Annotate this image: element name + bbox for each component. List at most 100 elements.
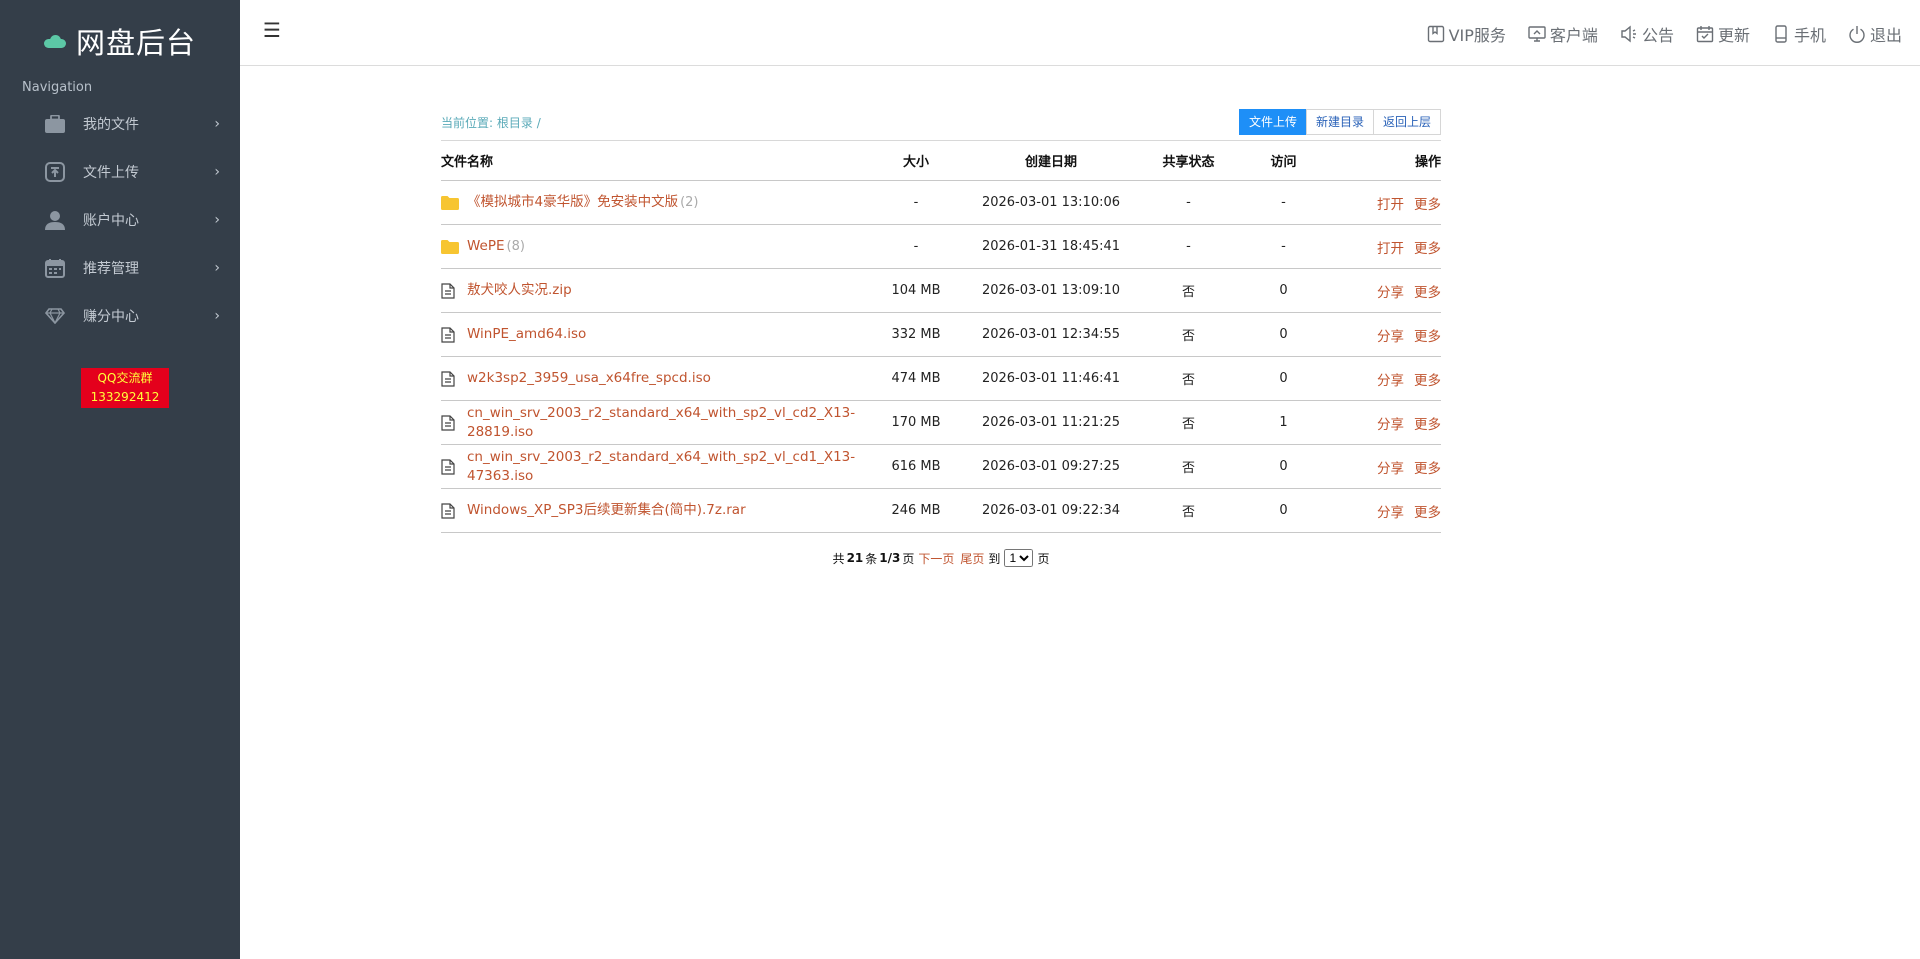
file-name-link[interactable]: w2k3sp2_3959_usa_x64fre_spcd.iso (467, 370, 711, 386)
file-icon (441, 414, 463, 431)
top-menu-client[interactable]: 客户端 (1528, 22, 1598, 46)
file-name-link[interactable]: WePE (467, 238, 505, 254)
open-link[interactable]: 打开 (1377, 197, 1404, 213)
table-row[interactable]: cn_win_srv_2003_r2_standard_x64_with_sp2… (441, 400, 1441, 445)
menu-toggle-icon[interactable]: ☰ (263, 18, 281, 42)
cell-ops: 分享 更多 (1321, 356, 1441, 401)
cell-visits: - (1246, 180, 1321, 225)
table-row[interactable]: WinPE_amd64.iso 332 MB 2026-03-01 12:34:55… (441, 312, 1441, 357)
sidebar-item-referral[interactable]: 推荐管理 › (0, 244, 240, 292)
cell-name: w2k3sp2_3959_usa_x64fre_spcd.iso (441, 356, 861, 401)
table-row[interactable]: Windows_XP_SP3后续更新集合(简中).7z.rar 246 MB 202… (441, 488, 1441, 533)
pager-page-suffix: 页 (902, 551, 915, 566)
breadcrumb-root-link[interactable]: 根目录 (497, 116, 533, 130)
more-link[interactable]: 更多 (1414, 461, 1441, 477)
sidebar: 网盘后台 Navigation 我的文件 › 文件上传 › 账户中心 › 推荐管… (0, 0, 240, 959)
more-link[interactable]: 更多 (1414, 241, 1441, 257)
more-link[interactable]: 更多 (1414, 505, 1441, 521)
cell-name: Windows_XP_SP3后续更新集合(简中).7z.rar (441, 488, 861, 533)
cell-visits: 0 (1246, 312, 1321, 357)
sidebar-item-account[interactable]: 账户中心 › (0, 196, 240, 244)
cell-size: 104 MB (861, 268, 971, 313)
open-link[interactable]: 打开 (1377, 241, 1404, 257)
user-icon (45, 210, 65, 230)
power-icon (1849, 26, 1865, 43)
megaphone-icon (1621, 25, 1636, 43)
pager-total-prefix: 共 (832, 551, 845, 566)
table-row[interactable]: 敖犬咬人实况.zip 104 MB 2026-03-01 13:09:10 否 0 分享更… (441, 268, 1441, 313)
top-menu-update[interactable]: 更新 (1696, 22, 1750, 46)
file-name-link[interactable]: WinPE_amd64.iso (467, 326, 586, 342)
top-menu-mobile[interactable]: 手机 (1772, 22, 1826, 46)
file-icon (441, 282, 463, 299)
cell-name: cn_win_srv_2003_r2_standard_x64_with_sp2… (441, 444, 861, 489)
sidebar-item-label: 推荐管理 (83, 261, 139, 277)
share-link[interactable]: 分享 (1377, 417, 1404, 433)
sidebar-item-file-upload[interactable]: 文件上传 › (0, 148, 240, 196)
more-link[interactable]: 更多 (1414, 417, 1441, 433)
new-folder-button[interactable]: 新建目录 (1305, 109, 1374, 135)
sidebar-item-label: 文件上传 (83, 165, 139, 181)
cell-share-status: 否 (1131, 356, 1246, 401)
file-icon (441, 502, 463, 519)
qq-group-badge[interactable]: QQ交流群 133292412 (81, 368, 169, 408)
breadcrumb: 当前位置: 根目录 / (441, 114, 541, 131)
table-row[interactable]: 《模拟城市4豪华版》免安装中文版 (2) -2026-03-01 13:10:06-… (441, 180, 1441, 225)
top-menu-vip[interactable]: VIP服务 (1427, 22, 1506, 46)
column-header-date: 创建日期 (971, 140, 1131, 181)
file-name-link[interactable]: 敖犬咬人实况.zip (467, 282, 572, 298)
file-name-link[interactable]: 《模拟城市4豪华版》免安装中文版 (467, 194, 678, 210)
cell-date: 2026-01-31 18:45:41 (971, 224, 1131, 269)
pager-goto-prefix: 到 (988, 551, 1001, 566)
share-link[interactable]: 分享 (1377, 373, 1404, 389)
cell-ops: 分享 更多 (1321, 400, 1441, 445)
nav-caption: Navigation (22, 80, 93, 95)
share-link[interactable]: 分享 (1377, 285, 1404, 301)
sidebar-item-my-files[interactable]: 我的文件 › (0, 100, 240, 148)
monitor-icon (1528, 26, 1546, 42)
share-link[interactable]: 分享 (1377, 461, 1404, 477)
sidebar-item-label: 赚分中心 (83, 309, 139, 325)
more-link[interactable]: 更多 (1414, 285, 1441, 301)
more-link[interactable]: 更多 (1414, 329, 1441, 345)
top-menu-logout[interactable]: 退出 (1848, 22, 1902, 46)
bookmark-icon (1427, 25, 1444, 43)
top-menu-label: VIP服务 (1448, 26, 1506, 45)
share-link[interactable]: 分享 (1377, 505, 1404, 521)
go-up-button[interactable]: 返回上层 (1372, 109, 1441, 135)
next-page-link[interactable]: 下一页 (918, 550, 954, 567)
last-page-link[interactable]: 尾页 (960, 550, 984, 567)
chevron-right-icon: › (214, 116, 220, 132)
table-row[interactable]: WePE (8) -2026-01-31 18:45:41- - 打开 更多 (441, 224, 1441, 269)
folder-icon (441, 195, 463, 210)
cell-share-status: - (1131, 224, 1246, 269)
more-link[interactable]: 更多 (1414, 373, 1441, 389)
cell-name: 敖犬咬人实况.zip (441, 268, 861, 313)
column-header-share: 共享状态 (1131, 140, 1246, 181)
brand-title: 网盘后台 (76, 26, 197, 60)
page-select[interactable]: 1 (1004, 549, 1034, 567)
cell-name: WinPE_amd64.iso (441, 312, 861, 357)
table-row[interactable]: w2k3sp2_3959_usa_x64fre_spcd.iso 474 MB 20… (441, 356, 1441, 401)
file-name-link[interactable]: cn_win_srv_2003_r2_standard_x64_with_sp2… (467, 405, 855, 440)
top-menu-notice[interactable]: 公告 (1620, 22, 1674, 46)
file-name-link[interactable]: cn_win_srv_2003_r2_standard_x64_with_sp2… (467, 449, 855, 484)
cell-date: 2026-03-01 09:22:34 (971, 488, 1131, 533)
cell-size: 246 MB (861, 488, 971, 533)
upload-file-button[interactable]: 文件上传 (1238, 109, 1307, 135)
table-row[interactable]: cn_win_srv_2003_r2_standard_x64_with_sp2… (441, 444, 1441, 489)
cell-size: 474 MB (861, 356, 971, 401)
share-link[interactable]: 分享 (1377, 329, 1404, 345)
cell-ops: 分享 更多 (1321, 488, 1441, 533)
file-name-link[interactable]: Windows_XP_SP3后续更新集合(简中).7z.rar (467, 502, 746, 518)
sidebar-item-points[interactable]: 赚分中心 › (0, 292, 240, 340)
file-browser: 当前位置: 根目录 / 文件上传 新建目录 返回上层 文件名称 大小 创建日期 … (441, 108, 1441, 567)
sidebar-item-label: 账户中心 (83, 213, 139, 229)
brand[interactable]: 网盘后台 (0, 0, 240, 82)
cell-ops: 分享 更多 (1321, 268, 1441, 313)
cell-date: 2026-03-01 13:10:06 (971, 180, 1131, 225)
cell-name: cn_win_srv_2003_r2_standard_x64_with_sp2… (441, 400, 861, 445)
chevron-right-icon: › (214, 164, 220, 180)
top-menu-label: 客户端 (1549, 26, 1598, 45)
more-link[interactable]: 更多 (1414, 197, 1441, 213)
